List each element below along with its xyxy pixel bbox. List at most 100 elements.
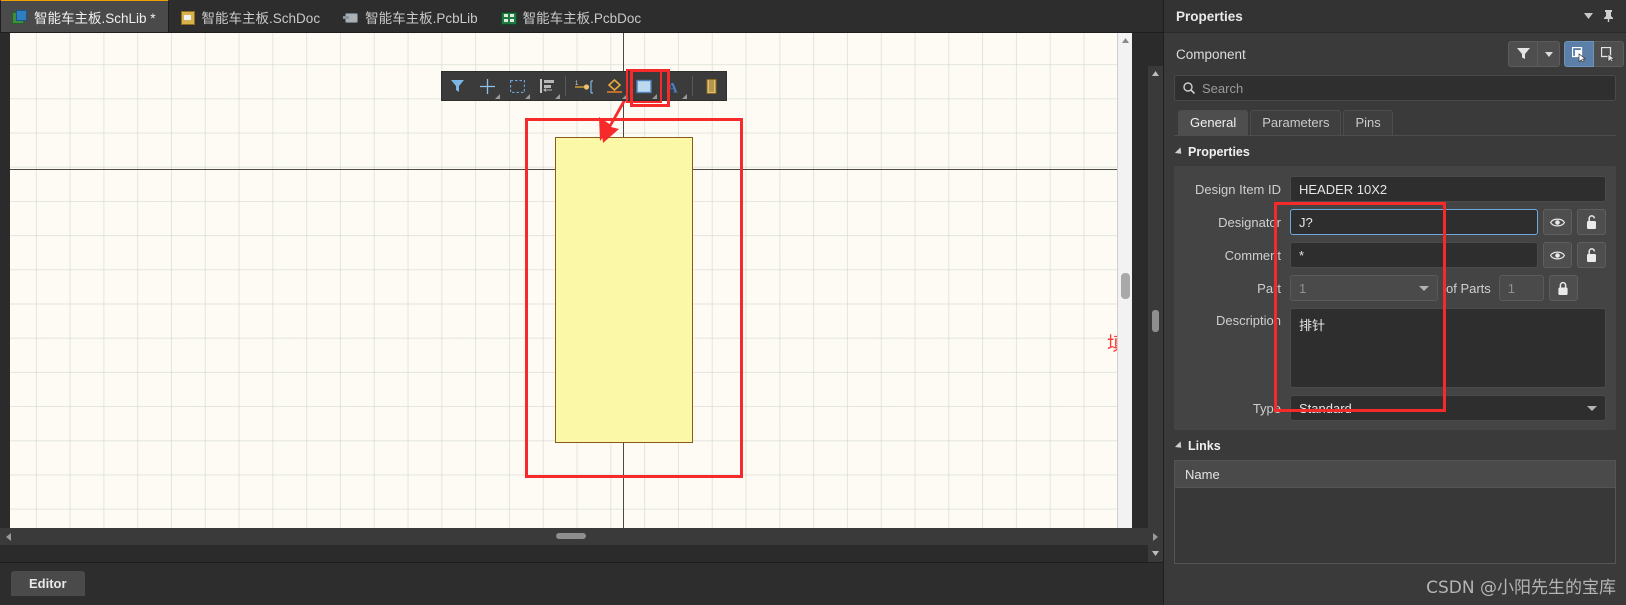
of-parts-field: 1 xyxy=(1498,275,1544,301)
tab-pins[interactable]: Pins xyxy=(1343,110,1393,135)
collapse-triangle-icon xyxy=(1174,147,1185,157)
filter-icon xyxy=(450,80,464,92)
canvas-vertical-scrollbar[interactable] xyxy=(1117,33,1132,538)
place-image-tool-button[interactable] xyxy=(696,72,726,100)
place-rectangle-tool-button[interactable] xyxy=(626,69,662,103)
comment-lock-button[interactable] xyxy=(1577,242,1606,268)
selection-tool-button[interactable] xyxy=(502,72,532,100)
search-input[interactable]: Search xyxy=(1174,75,1616,101)
designator-field[interactable]: J? xyxy=(1290,209,1538,235)
scroll-left-arrow-icon[interactable] xyxy=(0,529,16,545)
scroll-up-arrow-icon[interactable] xyxy=(1118,33,1132,48)
tab-general[interactable]: General xyxy=(1178,110,1249,135)
pin-icon[interactable] xyxy=(1598,6,1618,26)
dropdown-corner-icon[interactable] xyxy=(622,94,627,99)
comment-label: Comment xyxy=(1224,247,1281,263)
description-textarea[interactable]: 排针 xyxy=(1290,308,1606,388)
properties-form-background: Design Item ID HEADER 10X2 Designator J? xyxy=(1174,166,1616,430)
schematic-canvas[interactable]: 填写基本信息 xyxy=(10,33,1132,538)
links-table-body[interactable] xyxy=(1175,488,1615,563)
canvas-vertical-scroll-thumb[interactable] xyxy=(1121,273,1130,299)
row-designator: Designator J? xyxy=(1184,209,1606,235)
crosshair-tool-button[interactable] xyxy=(472,72,502,100)
rectangle-icon xyxy=(636,79,652,93)
dropdown-corner-icon[interactable] xyxy=(682,94,687,99)
svg-text:A: A xyxy=(667,80,678,94)
row-part: Part 1 of Parts 1 xyxy=(1184,275,1606,301)
tab-parameters[interactable]: Parameters xyxy=(1250,110,1342,135)
svg-text:1: 1 xyxy=(575,81,579,87)
align-icon xyxy=(539,79,554,93)
rail-collapse-down-icon[interactable] xyxy=(1150,548,1161,559)
properties-section-header[interactable]: Properties xyxy=(1164,136,1626,166)
eye-icon xyxy=(1550,218,1565,226)
crosshair-icon xyxy=(479,78,495,94)
chevron-down-icon[interactable] xyxy=(1578,6,1598,26)
links-section-header[interactable]: Links xyxy=(1164,430,1626,460)
comment-field[interactable]: * xyxy=(1290,242,1538,268)
toolbar-separator xyxy=(692,76,693,96)
row-design-item-id: Design Item ID HEADER 10X2 xyxy=(1184,176,1606,202)
designator-label: Designator xyxy=(1218,214,1281,230)
part-dropdown[interactable]: 1 xyxy=(1290,275,1438,301)
canvas-right-rail-thumb[interactable] xyxy=(1152,310,1159,332)
toolbar-separator xyxy=(565,76,566,96)
place-text-tool-button[interactable]: A xyxy=(659,72,689,100)
links-table: Name xyxy=(1174,460,1616,564)
unlocked-padlock-icon xyxy=(1586,247,1596,262)
schlib-icon xyxy=(12,9,27,24)
dropdown-corner-icon[interactable] xyxy=(495,94,500,99)
document-tab-pcblib[interactable]: 智能车主板.PcbLib xyxy=(332,1,490,32)
description-label: Description xyxy=(1215,313,1281,328)
document-tab-label: 智能车主板.PcbLib xyxy=(365,10,478,26)
dropdown-corner-icon[interactable] xyxy=(525,94,530,99)
part-lock-button[interactable] xyxy=(1548,275,1578,301)
designator-lock-button[interactable] xyxy=(1577,209,1606,235)
canvas-right-rail[interactable] xyxy=(1148,66,1163,578)
scroll-right-arrow-icon[interactable] xyxy=(1147,529,1163,545)
dropdown-corner-icon[interactable] xyxy=(555,94,560,99)
eye-icon xyxy=(1550,251,1565,259)
type-dropdown[interactable]: Standard xyxy=(1290,395,1606,421)
filter-button-group[interactable] xyxy=(1508,41,1560,67)
document-tab-label: 智能车主板.PcbDoc xyxy=(522,10,642,26)
select-mode-button-group[interactable] xyxy=(1564,41,1624,67)
select-touching-icon-button[interactable] xyxy=(1594,41,1624,67)
align-tool-button[interactable] xyxy=(532,72,562,100)
chevron-down-icon xyxy=(1587,406,1597,411)
dropdown-corner-icon[interactable] xyxy=(652,94,657,99)
canvas-horizontal-scrollbar[interactable] xyxy=(0,528,1163,545)
design-item-id-label: Design Item ID xyxy=(1195,181,1281,197)
object-type-label: Component xyxy=(1176,46,1246,62)
document-tab-pcbdoc[interactable]: 智能车主板.PcbDoc xyxy=(490,1,654,32)
document-tab-schlib[interactable]: 智能车主板.SchLib * xyxy=(0,0,169,32)
editor-tab-button[interactable]: Editor xyxy=(11,571,85,596)
row-type: Type Standard xyxy=(1184,395,1606,421)
row-description: Description 排针 xyxy=(1184,308,1606,388)
place-line-tool-button[interactable] xyxy=(599,72,629,100)
properties-section-label: Properties xyxy=(1188,145,1250,159)
comment-visibility-button[interactable] xyxy=(1543,242,1572,268)
links-table-header: Name xyxy=(1175,461,1615,488)
properties-form: Design Item ID HEADER 10X2 Designator J? xyxy=(1174,176,1616,421)
document-tab-bar: 智能车主板.SchLib * 智能车主板.SchDoc 智能车主板.PcbLib… xyxy=(0,0,1163,33)
select-all-icon-button[interactable] xyxy=(1564,41,1594,67)
design-item-id-field[interactable]: HEADER 10X2 xyxy=(1290,176,1606,202)
filter-tool-button[interactable] xyxy=(442,72,472,100)
place-pin-tool-button[interactable]: 1 xyxy=(569,72,599,100)
part-label: Part xyxy=(1257,280,1281,296)
filter-dropdown-button[interactable] xyxy=(1538,41,1560,67)
properties-panel-header: Properties xyxy=(1164,0,1626,33)
schdoc-icon xyxy=(180,10,195,25)
funnel-icon-button[interactable] xyxy=(1508,41,1538,67)
funnel-icon xyxy=(1516,48,1530,59)
canvas-active-bar-toolbar[interactable]: 1 A xyxy=(441,69,727,103)
document-tab-schdoc[interactable]: 智能车主板.SchDoc xyxy=(169,1,333,32)
rail-collapse-up-icon[interactable] xyxy=(1150,68,1161,79)
canvas-horizontal-scroll-thumb[interactable] xyxy=(556,533,586,539)
schematic-editor-area: 填写基本信息 xyxy=(0,33,1163,578)
search-placeholder: Search xyxy=(1202,80,1244,96)
part-value: 1 xyxy=(1299,280,1307,296)
panel-title: Properties xyxy=(1176,8,1243,24)
designator-visibility-button[interactable] xyxy=(1543,209,1572,235)
